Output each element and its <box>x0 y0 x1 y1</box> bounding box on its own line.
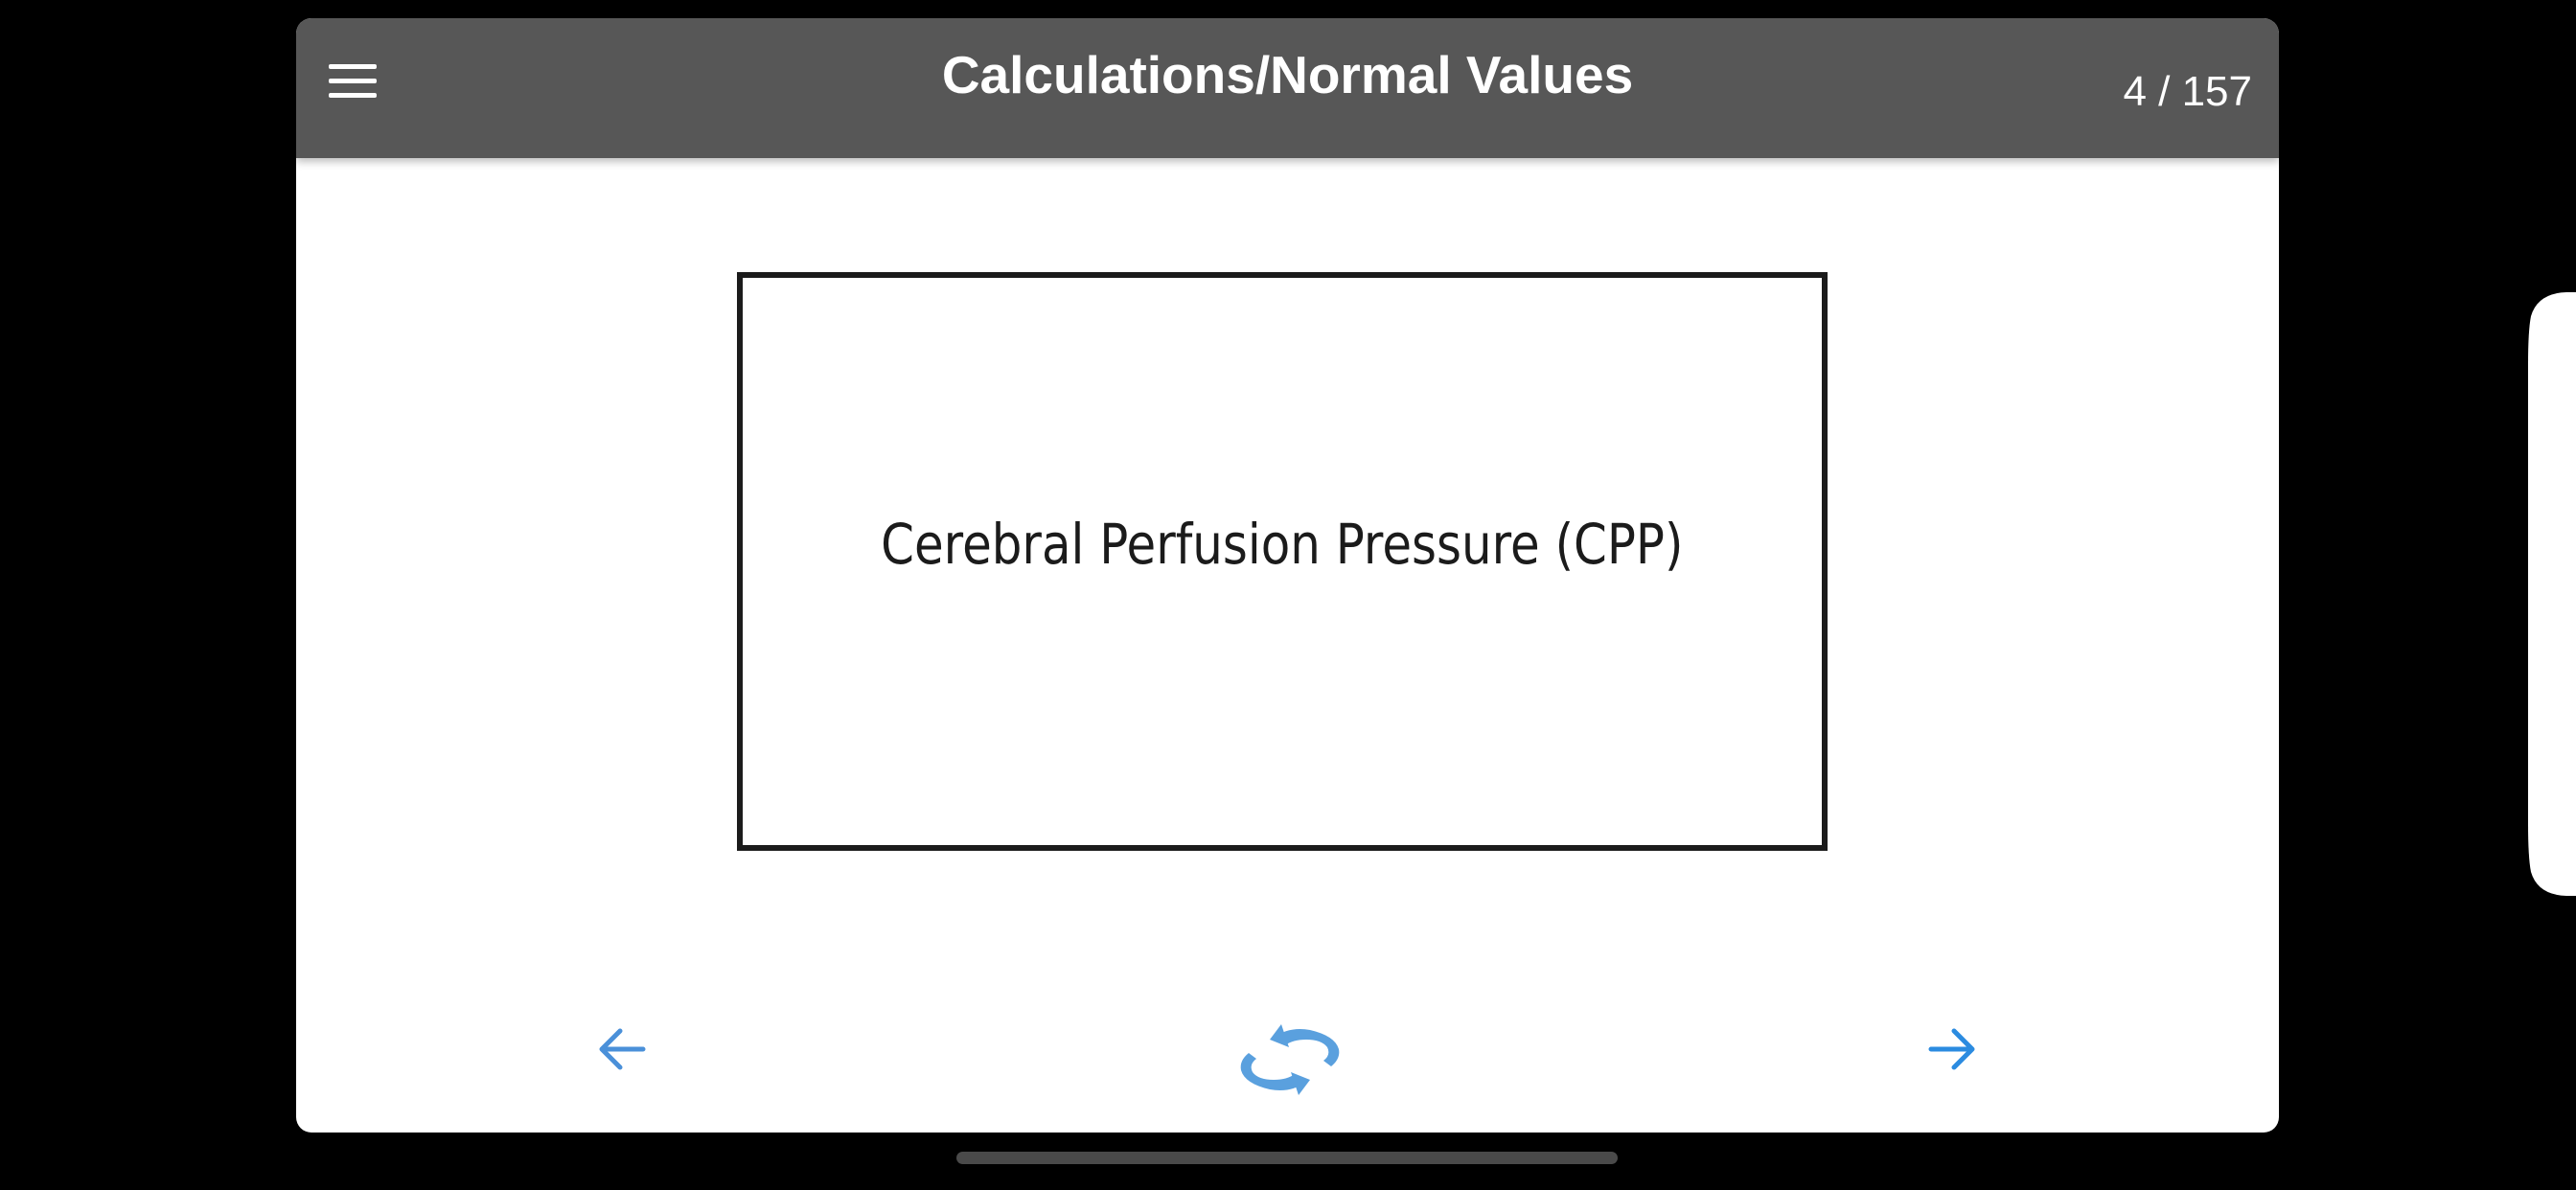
arrow-right-icon <box>1928 1028 1975 1070</box>
next-card-button[interactable] <box>1925 1022 1979 1076</box>
device-frame: Calculations/Normal Values 4 / 157 Cereb… <box>0 0 2576 1190</box>
card-counter: 4 / 157 <box>2123 68 2252 115</box>
flip-card-button[interactable] <box>1231 1013 1348 1107</box>
flashcard[interactable]: Cerebral Perfusion Pressure (CPP) <box>737 272 1828 851</box>
arrow-left-icon <box>599 1028 646 1070</box>
refresh-flip-icon <box>1240 1024 1340 1095</box>
hamburger-menu-icon <box>329 64 377 69</box>
home-indicator[interactable] <box>956 1152 1618 1164</box>
flashcard-text: Cerebral Perfusion Pressure (CPP) <box>881 512 1684 577</box>
app-screen: Calculations/Normal Values 4 / 157 Cereb… <box>296 18 2279 1133</box>
page-title: Calculations/Normal Values <box>941 45 1634 104</box>
menu-button[interactable] <box>327 57 380 106</box>
previous-card-button[interactable] <box>595 1022 649 1076</box>
app-bar: Calculations/Normal Values 4 / 157 <box>296 18 2279 158</box>
device-notch <box>2471 0 2576 1190</box>
